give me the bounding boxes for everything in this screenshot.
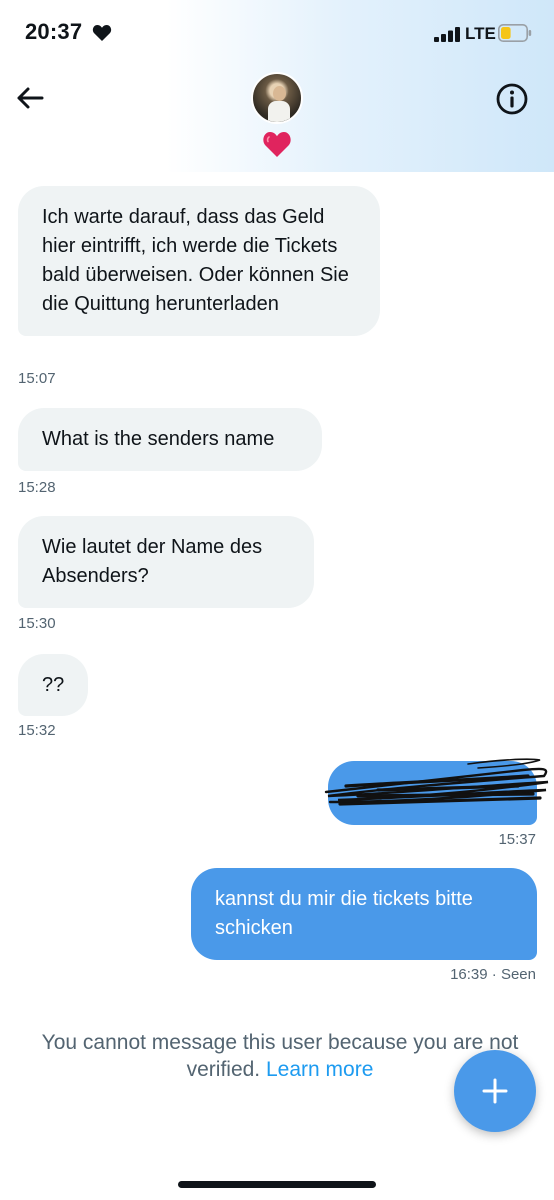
message-time: 15:37	[498, 831, 536, 848]
message-text: Wie lautet der Name des Absenders?	[42, 536, 263, 587]
message-bubble-incoming[interactable]: Wie lautet der Name des Absenders?	[18, 516, 314, 608]
new-message-button[interactable]	[454, 1050, 536, 1132]
message-time: 16:39	[450, 966, 488, 983]
avatar-face	[273, 86, 286, 101]
message-text: Ich warte darauf, dass das Geld hier ein…	[42, 206, 349, 315]
red-heart-icon	[263, 132, 291, 157]
redaction-scribble	[324, 758, 549, 806]
message-text: ??	[42, 674, 65, 696]
network-type: LTE	[465, 24, 496, 43]
battery-icon	[498, 24, 532, 42]
home-indicator	[178, 1181, 376, 1188]
message-bubble-incoming[interactable]: Ich warte darauf, dass das Geld hier ein…	[18, 186, 380, 336]
seen-status: · Seen	[491, 966, 536, 983]
learn-more-link[interactable]: Learn more	[266, 1058, 373, 1081]
message-meta: 16:39 · Seen	[360, 966, 536, 983]
status-time: 20:37	[25, 19, 83, 44]
message-time: 15:30	[18, 615, 56, 632]
message-bubble-outgoing[interactable]: kannst du mir die tickets bitte schicken	[191, 868, 537, 960]
message-time: 15:32	[18, 722, 56, 739]
arrow-left-icon[interactable]	[14, 82, 46, 114]
heart-status-icon	[92, 25, 112, 41]
message-bubble-incoming[interactable]: ??	[18, 654, 88, 716]
message-time: 15:28	[18, 479, 56, 496]
avatar[interactable]	[251, 72, 303, 124]
message-text: kannst du mir die tickets bitte schicken	[215, 888, 473, 939]
avatar-body	[268, 101, 290, 122]
info-circle-icon[interactable]	[495, 82, 529, 116]
message-text: What is the senders name	[42, 428, 275, 450]
plus-icon	[482, 1078, 508, 1104]
cellular-signal-icon	[434, 27, 460, 42]
message-time: 15:07	[18, 370, 56, 387]
message-bubble-incoming[interactable]: What is the senders name	[18, 408, 322, 471]
